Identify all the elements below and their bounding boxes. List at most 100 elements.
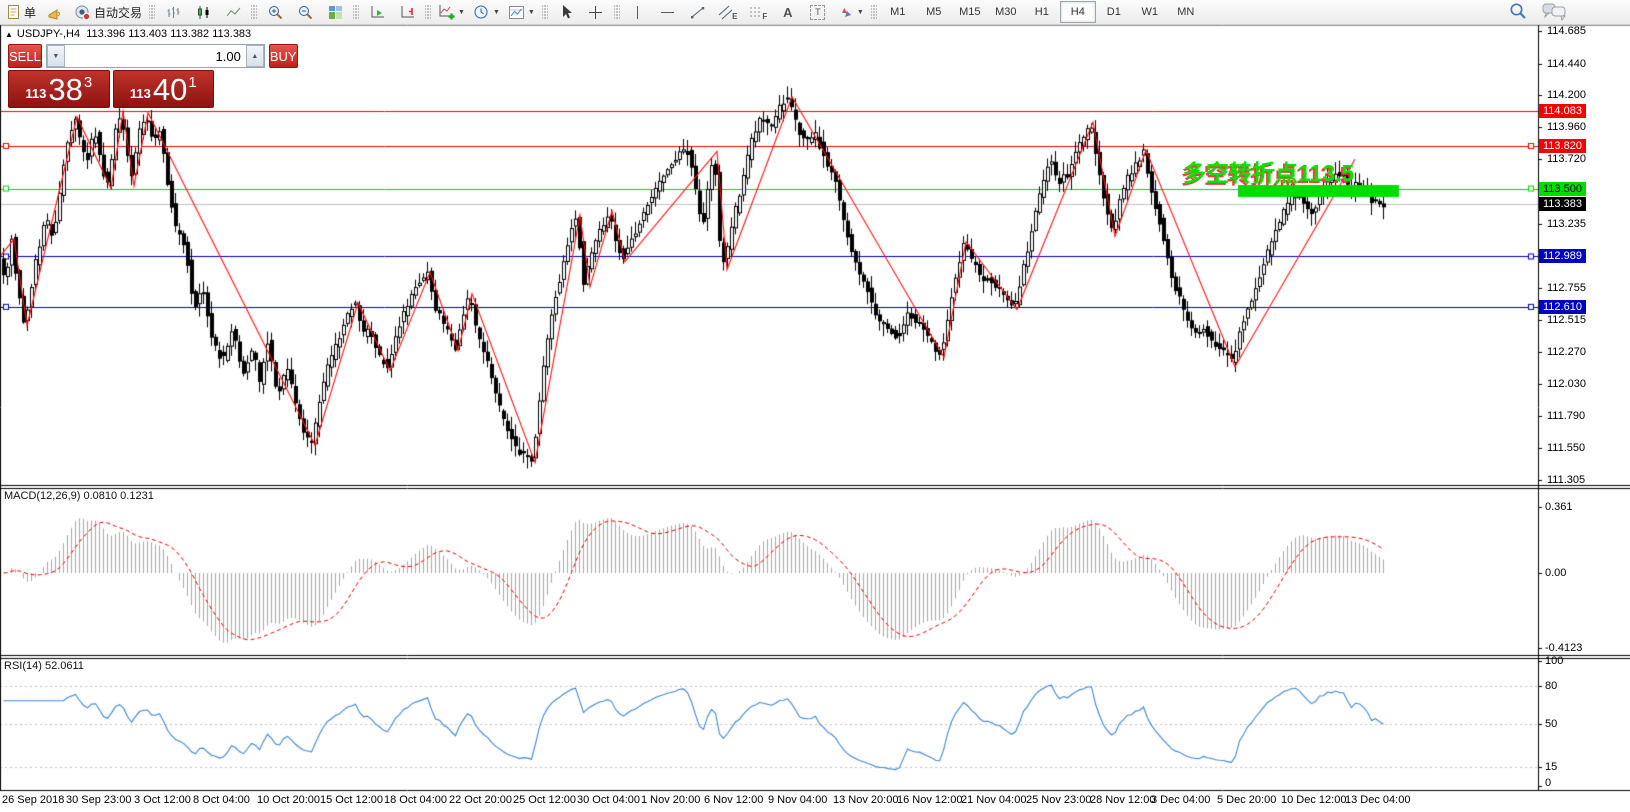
- templates-dropdown-caret[interactable]: ▼: [528, 9, 535, 16]
- channel-icon: [718, 4, 733, 21]
- buy-price-figure: 113: [130, 86, 151, 101]
- price-tick-label: 112.515: [1547, 314, 1586, 326]
- date-label: 28 Nov 12:00: [1090, 794, 1155, 806]
- horizontal-line-icon: [659, 4, 676, 21]
- trendline-button[interactable]: [683, 1, 713, 24]
- date-label: 25 Oct 12:00: [513, 794, 576, 806]
- timeframe-strip: M1M5M15M30H1H4D1W1MN: [880, 0, 1204, 25]
- tile-windows-button[interactable]: [320, 1, 350, 24]
- vertical-line-button[interactable]: [623, 1, 653, 24]
- buy-price-pips: 40: [153, 73, 187, 106]
- volume-input[interactable]: [65, 45, 246, 67]
- templates-button[interactable]: ▼: [504, 1, 539, 24]
- timeframe-button-M15[interactable]: M15: [952, 1, 988, 23]
- periods-dropdown-caret[interactable]: ▼: [493, 9, 500, 16]
- chart-symbol-period: USDJPY-,H4: [17, 28, 80, 40]
- channel-button[interactable]: E: [713, 1, 743, 24]
- search-icon[interactable]: [1508, 2, 1528, 21]
- date-label: 8 Oct 04:00: [193, 794, 250, 806]
- indicators-button[interactable]: ▼: [434, 1, 469, 24]
- price-tick-label: 112.270: [1547, 346, 1586, 358]
- price-tick-label: 112.030: [1547, 378, 1586, 390]
- zoom-in-icon: [267, 4, 284, 21]
- chat-icon[interactable]: [1542, 2, 1568, 21]
- auto-scroll-button[interactable]: [362, 1, 392, 24]
- crosshair-button[interactable]: [581, 1, 611, 24]
- timeframe-button-W1[interactable]: W1: [1132, 1, 1168, 23]
- current-price-badge: 113.383: [1539, 197, 1586, 211]
- arrows-dropdown-caret[interactable]: ▼: [857, 9, 864, 16]
- new-order-label: 单: [24, 4, 36, 21]
- candlestick-chart-icon: [195, 4, 212, 21]
- fibonacci-letter: F: [762, 12, 767, 21]
- buy-price-display[interactable]: 113401: [113, 70, 215, 108]
- toolbar-separator: [425, 4, 431, 20]
- sell-button[interactable]: SELL: [8, 44, 42, 68]
- date-label: 3 Oct 12:00: [134, 794, 191, 806]
- rsi-tick-label: 100: [1545, 655, 1563, 667]
- text-button[interactable]: A: [773, 1, 803, 24]
- chart-canvas[interactable]: [0, 0, 1630, 812]
- new-order-button[interactable]: 单: [2, 1, 40, 24]
- chart-title: ▲ USDJPY-,H4 113.396 113.403 113.382 113.…: [5, 28, 251, 40]
- text-icon: A: [783, 5, 792, 20]
- timeframe-button-H4[interactable]: H4: [1060, 1, 1096, 23]
- date-label: 21 Nov 04:00: [961, 794, 1026, 806]
- bar-chart-button[interactable]: [158, 1, 188, 24]
- fibonacci-icon: [748, 4, 763, 21]
- autotrade-button[interactable]: 自动交易: [70, 1, 146, 24]
- timeframe-button-H1[interactable]: H1: [1024, 1, 1060, 23]
- indicators-dropdown-caret[interactable]: ▼: [458, 9, 465, 16]
- date-label: 10 Oct 20:00: [257, 794, 320, 806]
- chart-ohlc-values: 113.396 113.403 113.382 113.383: [86, 28, 251, 40]
- channel-letter: E: [732, 12, 737, 21]
- fibonacci-button[interactable]: F: [743, 1, 773, 24]
- price-tick-label: 114.685: [1547, 25, 1586, 37]
- collapse-arrow-icon[interactable]: ▲: [5, 30, 13, 39]
- date-label: 6 Nov 12:00: [704, 794, 763, 806]
- date-label: 13 Nov 20:00: [833, 794, 898, 806]
- toolbar-right-group: [1508, 2, 1568, 21]
- timeframe-button-D1[interactable]: D1: [1096, 1, 1132, 23]
- timeframe-button-M30[interactable]: M30: [988, 1, 1024, 23]
- autotrade-label: 自动交易: [94, 4, 142, 21]
- clock-icon: [473, 4, 490, 21]
- chart-text-annotation[interactable]: 多空转折点113.5: [1183, 154, 1354, 188]
- date-label: 30 Oct 04:00: [577, 794, 640, 806]
- price-level-badge: 113.500: [1539, 182, 1586, 196]
- sell-price-display[interactable]: 113383: [8, 70, 110, 108]
- mt4-window: 单 自动交易: [0, 0, 1630, 812]
- chart-shift-button[interactable]: [392, 1, 422, 24]
- candlestick-chart-button[interactable]: [188, 1, 218, 24]
- cursor-button[interactable]: [551, 1, 581, 24]
- date-label: 25 Nov 23:00: [1026, 794, 1091, 806]
- line-chart-button[interactable]: [218, 1, 248, 24]
- macd-indicator-label: MACD(12,26,9) 0.0810 0.1231: [4, 490, 154, 502]
- timeframe-button-M1[interactable]: M1: [880, 1, 916, 23]
- volume-decrease-button[interactable]: ▼: [47, 45, 65, 67]
- template-icon: [508, 4, 525, 21]
- zoom-in-button[interactable]: [260, 1, 290, 24]
- buy-button[interactable]: BUY: [269, 44, 298, 68]
- text-label-icon: T: [810, 5, 825, 20]
- price-tick-label: 113.235: [1547, 218, 1586, 230]
- zoom-out-button[interactable]: [290, 1, 320, 24]
- timeframe-button-M5[interactable]: M5: [916, 1, 952, 23]
- date-label: 3 Dec 04:00: [1151, 794, 1210, 806]
- rsi-tick-label: 50: [1545, 718, 1557, 730]
- news-horn-button[interactable]: [40, 1, 70, 24]
- text-label-button[interactable]: T: [803, 1, 833, 24]
- periods-button[interactable]: ▼: [469, 1, 504, 24]
- macd-tick-label: 0.361: [1545, 501, 1573, 513]
- date-label: 1 Nov 20:00: [641, 794, 700, 806]
- timeframe-button-MN[interactable]: MN: [1168, 1, 1204, 23]
- volume-increase-button[interactable]: ▲: [246, 45, 264, 67]
- chart-shift-icon: [399, 4, 416, 21]
- buy-price-point: 1: [188, 74, 196, 91]
- horizontal-line-button[interactable]: [653, 1, 683, 24]
- macd-tick-label: -0.4123: [1545, 642, 1582, 654]
- arrows-button[interactable]: ▼: [833, 1, 868, 24]
- toolbar-separator: [149, 4, 155, 20]
- date-label: 13 Dec 04:00: [1345, 794, 1410, 806]
- rsi-tick-label: 15: [1545, 761, 1557, 773]
